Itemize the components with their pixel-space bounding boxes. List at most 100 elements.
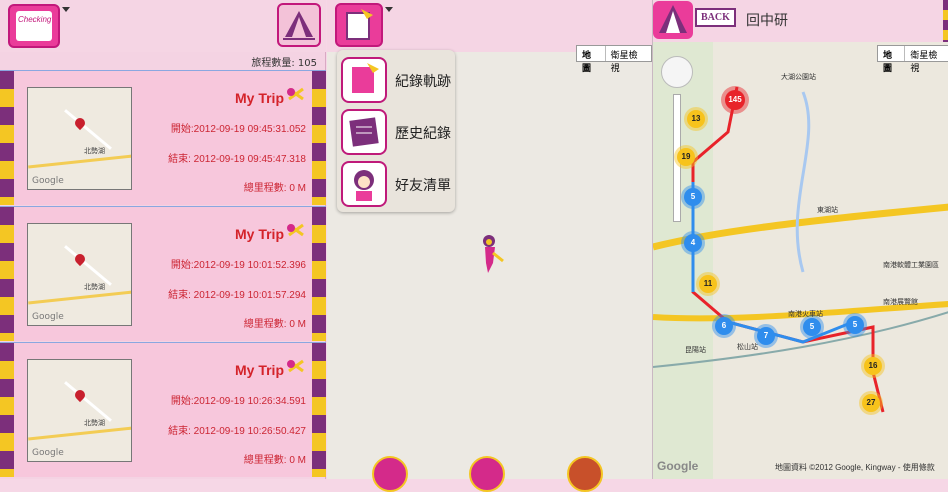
heart-cross-icon[interactable] xyxy=(285,223,307,237)
route-map-panel: BACK 回中研 地圖 衛星檢視 145 13 19 5 4 11 6 7 5 … xyxy=(652,0,948,479)
decorative-rail xyxy=(0,207,14,341)
map-cluster[interactable]: 7 xyxy=(757,327,775,345)
trip-map-thumbnail[interactable]: 北勢湖 Google xyxy=(27,359,132,462)
map-road xyxy=(64,109,112,150)
menu-label: 歷史紀錄 xyxy=(395,126,451,142)
google-logo: Google xyxy=(657,459,699,473)
map-place-label: 東湖站 xyxy=(817,207,838,214)
map-place-label: 北勢湖 xyxy=(84,147,105,155)
google-logo: Google xyxy=(32,448,64,458)
menu-label: 紀錄軌跡 xyxy=(395,74,451,90)
trip-map-thumbnail[interactable]: 北勢湖 Google xyxy=(27,87,132,190)
menu-item-history[interactable]: 歷史紀錄 xyxy=(337,107,455,159)
trip-end: 結束: 2012-09-19 10:01:57.294 xyxy=(168,290,306,301)
trip-distance: 總里程數: 0 M xyxy=(243,183,306,194)
map-place-label: 北勢湖 xyxy=(84,283,105,291)
map-road xyxy=(64,245,112,286)
map-road xyxy=(28,426,131,441)
left-toolbar: Checking xyxy=(0,0,326,52)
trip-distance: 總里程數: 0 M xyxy=(243,319,306,330)
trip-count: 旅程數量: 105 xyxy=(251,58,317,69)
menu-item-friends[interactable]: 好友清單 xyxy=(337,159,455,211)
map-cluster[interactable]: 16 xyxy=(864,357,882,375)
trip-title: My Trip xyxy=(234,226,284,242)
trip-start: 開始:2012-09-19 09:45:31.052 xyxy=(170,124,306,135)
trip-end: 結束: 2012-09-19 10:26:50.427 xyxy=(168,426,306,437)
decorative-rail xyxy=(312,343,326,477)
back-tent-icon xyxy=(653,1,693,39)
trip-list-panel: Checking 旅程數量: 105 北勢湖 Google My Trip 開始… xyxy=(0,0,326,479)
tent-button[interactable] xyxy=(469,456,505,492)
map-cluster[interactable]: 5 xyxy=(684,188,702,206)
map-place-label: 大湖公園站 xyxy=(781,74,816,81)
map-road xyxy=(64,381,112,422)
decorative-rail xyxy=(312,207,326,341)
map-cluster[interactable]: 6 xyxy=(715,317,733,335)
decorative-rail xyxy=(0,343,14,477)
checkin-button[interactable]: Checking xyxy=(8,4,60,48)
history-icon xyxy=(341,109,387,155)
back-button[interactable]: BACK xyxy=(653,0,743,40)
trip-title: My Trip xyxy=(234,90,284,106)
trip-title: My Trip xyxy=(234,362,284,378)
map-cluster[interactable]: 4 xyxy=(684,234,702,252)
map-pan-control[interactable] xyxy=(661,56,693,88)
decorative-rail xyxy=(312,71,326,205)
map-cluster[interactable]: 19 xyxy=(677,148,695,166)
decorative-rail xyxy=(0,71,14,205)
dropdown-menu: 紀錄軌跡 歷史紀錄 好友清單 xyxy=(337,50,455,212)
trip-card[interactable]: 北勢湖 Google My Trip 開始:2012-09-19 10:26:3… xyxy=(0,342,326,477)
trip-end: 結束: 2012-09-19 09:45:47.318 xyxy=(168,154,306,165)
map-type-satellite[interactable]: 衛星檢視 xyxy=(905,46,948,73)
map-road xyxy=(28,290,131,305)
map-cluster[interactable]: 11 xyxy=(699,275,717,293)
google-logo: Google xyxy=(32,176,64,186)
checkin-dropdown-caret[interactable] xyxy=(62,7,70,12)
tent-icon xyxy=(283,11,315,40)
map-cluster[interactable]: 145 xyxy=(725,90,745,110)
map-attribution[interactable]: 地圖資料 ©2012 Google, Kingway - 使用條款 xyxy=(775,462,935,473)
trip-start: 開始:2012-09-19 10:01:52.396 xyxy=(170,260,306,271)
record-track-icon xyxy=(341,57,387,103)
map-cluster[interactable]: 13 xyxy=(687,110,705,128)
trip-card[interactable]: 北勢湖 Google My Trip 開始:2012-09-19 09:45:3… xyxy=(0,70,326,205)
map-type-map[interactable]: 地圖 xyxy=(878,46,906,73)
back-label: BACK xyxy=(695,8,736,27)
map-type-map[interactable]: 地圖 xyxy=(577,46,606,73)
map-type-satellite[interactable]: 衛星檢視 xyxy=(606,46,651,73)
menu-label: 好友清單 xyxy=(395,178,451,194)
heart-cross-icon[interactable] xyxy=(285,359,307,373)
page-title: 回中研 xyxy=(746,13,788,29)
map-place-label: 南港展覽館 xyxy=(883,299,918,306)
map-cluster[interactable]: 27 xyxy=(862,394,880,412)
notes-dropdown-caret[interactable] xyxy=(385,7,393,12)
trip-map-thumbnail[interactable]: 北勢湖 Google xyxy=(27,223,132,326)
fire-button[interactable] xyxy=(567,456,603,492)
map-place-label: 南港軟體工業園區 xyxy=(883,262,939,269)
google-logo: Google xyxy=(32,312,64,322)
map-cluster[interactable]: 5 xyxy=(803,318,821,336)
menu-item-record-track[interactable]: 紀錄軌跡 xyxy=(337,55,455,107)
map-place-label: 南港火車站 xyxy=(788,311,823,318)
map-type-control: 地圖 衛星檢視 xyxy=(877,45,948,73)
friends-icon xyxy=(341,161,387,207)
main-map-panel: 地圖 衛星檢視 紀錄軌跡 歷史紀錄 好友清單 xyxy=(327,0,652,492)
tent-back-button[interactable] xyxy=(277,3,321,47)
notes-icon xyxy=(346,9,373,40)
current-location-figure-icon xyxy=(483,235,504,273)
checkin-icon: Checking xyxy=(16,11,52,41)
heart-cross-icon[interactable] xyxy=(285,87,307,101)
target-button[interactable] xyxy=(372,456,408,492)
map-place-label: 松山站 xyxy=(737,344,758,351)
map-type-control: 地圖 衛星檢視 xyxy=(576,45,652,73)
trip-card[interactable]: 北勢湖 Google My Trip 開始:2012-09-19 10:01:5… xyxy=(0,206,326,341)
route-map[interactable]: 地圖 衛星檢視 145 13 19 5 4 11 6 7 5 5 16 27 大… xyxy=(653,42,948,479)
trip-list: 北勢湖 Google My Trip 開始:2012-09-19 09:45:3… xyxy=(0,70,326,479)
notes-menu-button[interactable] xyxy=(335,3,383,47)
trip-start: 開始:2012-09-19 10:26:34.591 xyxy=(170,396,306,407)
map-cluster[interactable]: 5 xyxy=(846,316,864,334)
map-road xyxy=(28,154,131,169)
trip-distance: 總里程數: 0 M xyxy=(243,455,306,466)
map-place-label: 北勢湖 xyxy=(84,419,105,427)
map-place-label: 昆陽站 xyxy=(685,347,706,354)
